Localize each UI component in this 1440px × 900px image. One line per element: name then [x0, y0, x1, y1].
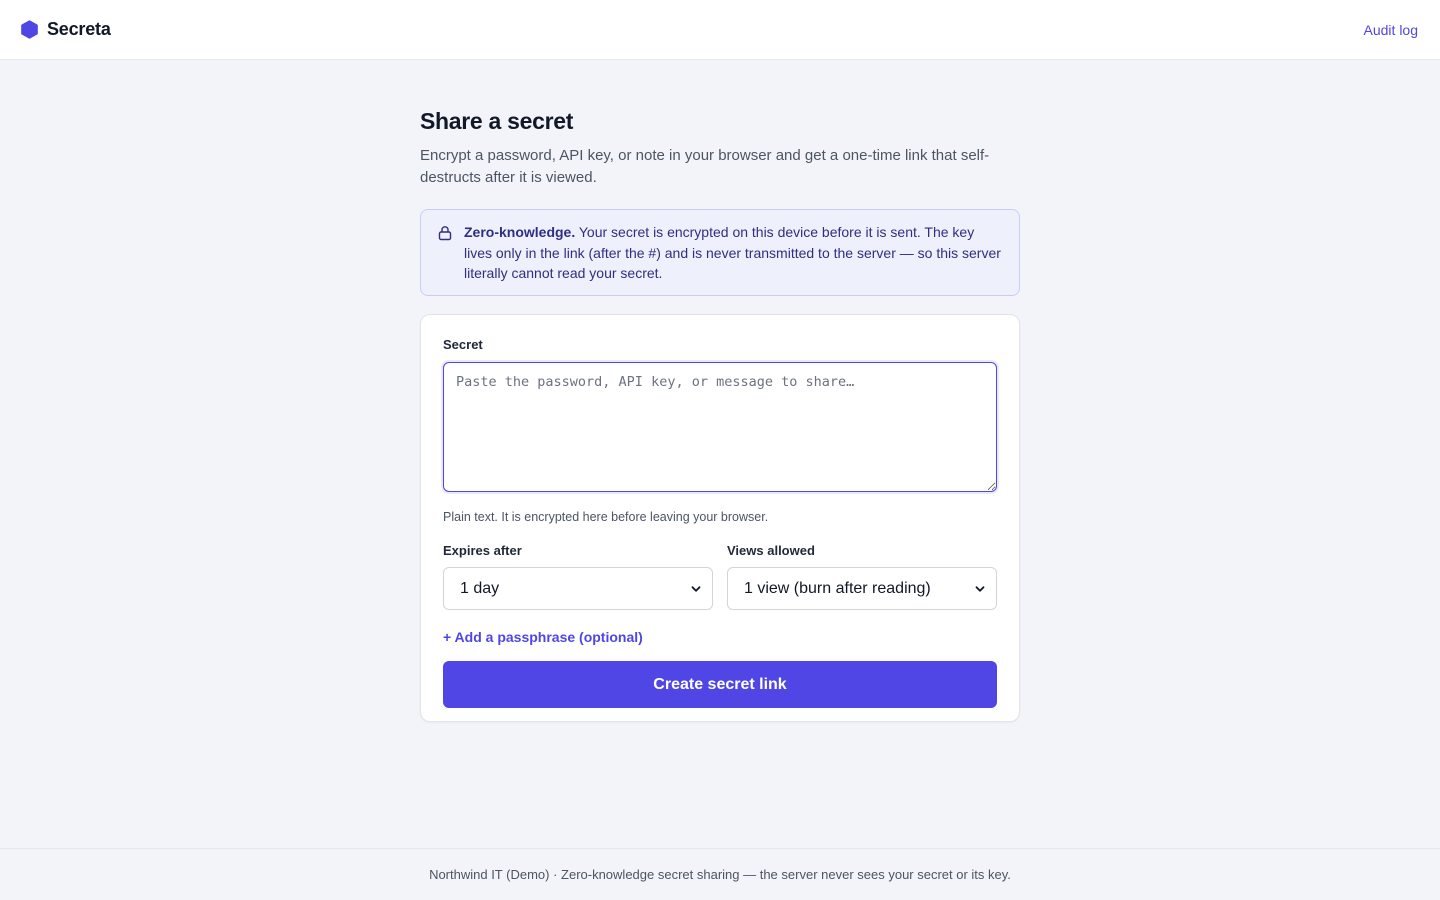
lock-icon — [438, 226, 452, 241]
page-title: Share a secret — [420, 108, 574, 134]
zero-knowledge-notice: Zero-knowledge. Your secret is encrypted… — [420, 209, 1020, 296]
secret-label: Secret — [443, 337, 483, 352]
hexagon-icon — [21, 20, 38, 39]
options-row: Expires after 1 day Views allowed 1 view… — [443, 543, 997, 610]
secret-textarea[interactable] — [443, 362, 997, 492]
views-value: 1 view (burn after reading) — [744, 579, 931, 597]
footer-text: Northwind IT (Demo) · Zero-knowledge sec… — [429, 867, 1011, 882]
expires-select[interactable]: 1 day — [443, 567, 713, 610]
create-secret-link-button[interactable]: Create secret link — [443, 661, 997, 708]
top-bar: Secreta Audit log — [0, 0, 1440, 60]
footer: Northwind IT (Demo) · Zero-knowledge sec… — [0, 848, 1440, 900]
add-passphrase-link[interactable]: + Add a passphrase (optional) — [443, 628, 643, 646]
notice-title: Zero-knowledge. — [464, 224, 576, 240]
views-label: Views allowed — [727, 543, 815, 558]
notice-text: Zero-knowledge. Your secret is encrypted… — [464, 222, 1005, 283]
expires-value: 1 day — [460, 579, 500, 597]
views-select[interactable]: 1 view (burn after reading) — [727, 567, 997, 610]
expires-label: Expires after — [443, 543, 522, 558]
page-subtitle: Encrypt a password, API key, or note in … — [420, 147, 990, 186]
brand-name: Secreta — [47, 19, 111, 39]
expires-field: Expires after 1 day — [443, 543, 713, 610]
secret-form-card: Secret Plain text. It is encrypted here … — [420, 314, 1020, 722]
audit-log-link[interactable]: Audit log — [1364, 22, 1418, 38]
chevron-down-icon — [691, 585, 701, 592]
brand[interactable]: Secreta — [20, 19, 111, 40]
secret-hint: Plain text. It is encrypted here before … — [443, 510, 769, 524]
views-field: Views allowed 1 view (burn after reading… — [727, 543, 997, 610]
main-content: Share a secret Encrypt a password, API k… — [420, 106, 1020, 722]
chevron-down-icon — [975, 585, 985, 592]
